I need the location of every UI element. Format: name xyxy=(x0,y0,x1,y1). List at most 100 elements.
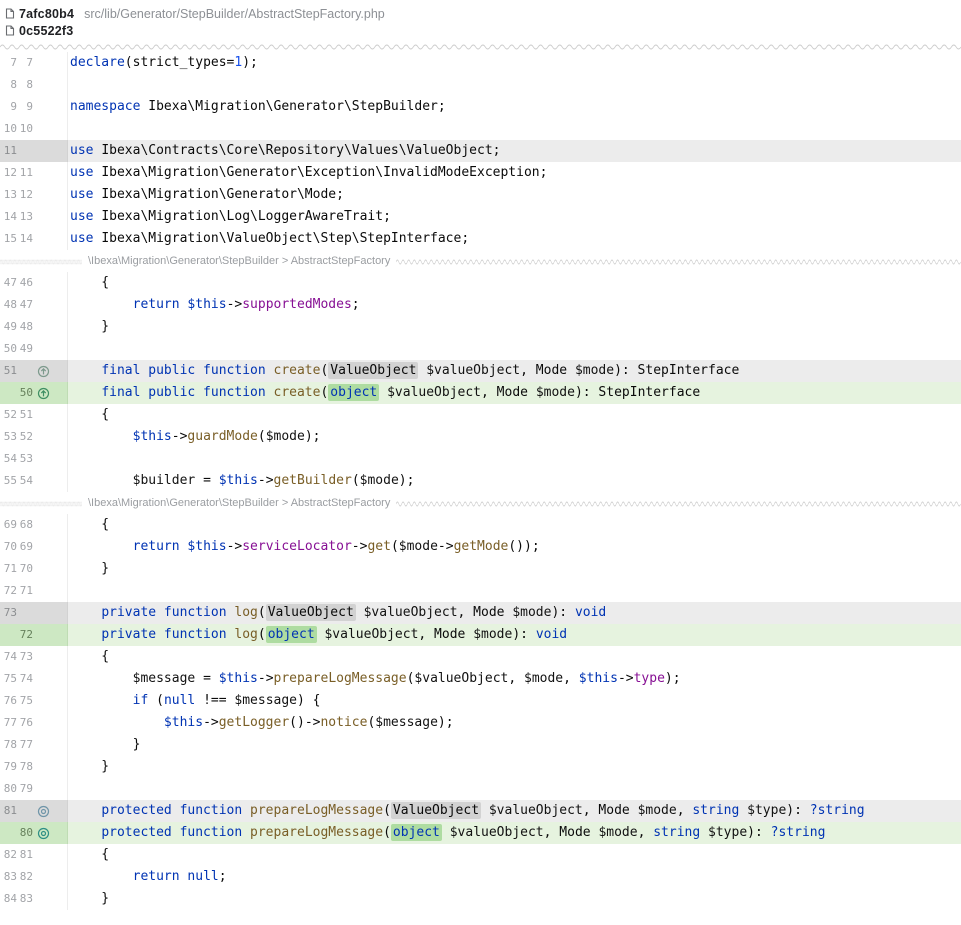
code-token: Ibexa\Migration\Generator\Exception\Inva… xyxy=(101,165,547,180)
code-line: return null; xyxy=(68,866,961,888)
code-token: , Mode xyxy=(520,363,575,378)
old-line-number: 79 xyxy=(0,756,17,778)
code-token: $valueObject xyxy=(450,825,544,840)
code-token xyxy=(70,715,164,730)
old-line-number: 11 xyxy=(0,140,17,162)
gutter-icon-slot xyxy=(33,316,67,338)
code-token: use xyxy=(70,143,101,158)
collapsed-region-separator[interactable]: \Ibexa\Migration\Generator\StepBuilder >… xyxy=(0,250,961,272)
code-token xyxy=(70,429,133,444)
new-line-number: 11 xyxy=(17,162,33,184)
code-token: ; xyxy=(352,297,360,312)
new-line-number: 53 xyxy=(17,448,33,470)
code-token: object xyxy=(391,824,442,841)
new-line-number xyxy=(17,800,33,822)
new-line-number: 69 xyxy=(17,536,33,558)
gutter: 5554 xyxy=(0,470,68,492)
implementing-method-icon[interactable] xyxy=(37,387,50,400)
gutter-icon-slot xyxy=(33,668,67,690)
gutter: 81 xyxy=(0,800,68,822)
gutter: 7877 xyxy=(0,734,68,756)
collapsed-region-label[interactable]: \Ibexa\Migration\Generator\StepBuilder >… xyxy=(82,255,396,267)
code-token: -> xyxy=(227,539,243,554)
code-token: !== xyxy=(195,693,234,708)
code-token xyxy=(70,363,101,378)
overridden-method-icon[interactable] xyxy=(37,827,50,840)
code-token: $this xyxy=(219,473,258,488)
new-line-number: 8 xyxy=(17,74,33,96)
code-token: $mode xyxy=(266,429,305,444)
wave-line xyxy=(396,499,961,508)
code-token xyxy=(70,539,133,554)
code-token: ( xyxy=(352,473,360,488)
code-line: return $this->serviceLocator->get($mode-… xyxy=(68,536,961,558)
code-token: Ibexa\Migration\Generator\Mode; xyxy=(101,187,344,202)
code-token: getMode xyxy=(454,539,509,554)
code-token: namespace xyxy=(70,99,148,114)
commit-row-old: 7afc80b4 src/lib/Generator/StepBuilder/A… xyxy=(0,5,961,22)
gutter: 7574 xyxy=(0,668,68,690)
gutter: 8382 xyxy=(0,866,68,888)
code-token: -> xyxy=(352,539,368,554)
gutter: 5049 xyxy=(0,338,68,360)
diff-line: 7271 xyxy=(0,580,961,602)
code-line: protected function prepareLogMessage(Val… xyxy=(68,800,961,822)
code-token: ); xyxy=(242,55,258,70)
code-token xyxy=(70,671,133,686)
old-line-number: 81 xyxy=(0,800,17,822)
commit-hash-new[interactable]: 0c5522f3 xyxy=(19,24,73,38)
diff-line: 5352 $this->guardMode($mode); xyxy=(0,426,961,448)
commit-hash-old[interactable]: 7afc80b4 xyxy=(19,7,74,21)
code-token: $this xyxy=(187,297,226,312)
wave-line xyxy=(0,499,82,508)
new-line-number: 75 xyxy=(17,690,33,712)
code-token: null xyxy=(164,693,195,708)
code-token: final public function xyxy=(101,363,273,378)
code-token: Ibexa\Migration\Log\LoggerAwareTrait; xyxy=(101,209,391,224)
gutter-icon-slot xyxy=(33,294,67,316)
gutter: 72 xyxy=(0,624,68,646)
diff-line: 5554 $builder = $this->getBuilder($mode)… xyxy=(0,470,961,492)
gutter: 7675 xyxy=(0,690,68,712)
gutter-icon-slot xyxy=(33,580,67,602)
code-line: } xyxy=(68,316,961,338)
diff-line: 99namespace Ibexa\Migration\Generator\St… xyxy=(0,96,961,118)
old-line-number: 72 xyxy=(0,580,17,602)
old-line-number: 48 xyxy=(0,294,17,316)
new-line-number: 10 xyxy=(17,118,33,140)
code-token: -> xyxy=(203,715,219,730)
code-token xyxy=(70,869,133,884)
gutter-icon-slot xyxy=(33,448,67,470)
collapsed-region-separator[interactable]: \Ibexa\Migration\Generator\StepBuilder >… xyxy=(0,492,961,514)
old-line-number xyxy=(0,822,17,844)
code-token: -> xyxy=(227,297,243,312)
code-token: } xyxy=(70,891,109,906)
gutter: 7776 xyxy=(0,712,68,734)
code-token: string xyxy=(653,825,708,840)
new-line-number: 7 xyxy=(17,52,33,74)
code-line: use Ibexa\Migration\ValueObject\Step\Ste… xyxy=(68,228,961,250)
code-token: , Mode xyxy=(458,605,513,620)
collapsed-region-label[interactable]: \Ibexa\Migration\Generator\StepBuilder >… xyxy=(82,497,396,509)
code-token: } xyxy=(70,737,140,752)
gutter: 8079 xyxy=(0,778,68,800)
diff-line: 7776 $this->getLogger()->notice($message… xyxy=(0,712,961,734)
new-line-number: 14 xyxy=(17,228,33,250)
code-token: ): StepInterface xyxy=(614,363,739,378)
gutter: 8281 xyxy=(0,844,68,866)
implementing-method-icon[interactable] xyxy=(37,365,50,378)
code-token: ); xyxy=(305,429,321,444)
code-line xyxy=(68,338,961,360)
code-token: ): xyxy=(747,825,770,840)
overridden-method-icon[interactable] xyxy=(37,805,50,818)
code-token: $this xyxy=(219,671,258,686)
new-line-number: 54 xyxy=(17,470,33,492)
file-path[interactable]: src/lib/Generator/StepBuilder/AbstractSt… xyxy=(84,7,385,21)
diff-line: 7978 } xyxy=(0,756,961,778)
old-line-number: 15 xyxy=(0,228,17,250)
gutter-icon-slot xyxy=(33,184,67,206)
new-line-number: 9 xyxy=(17,96,33,118)
gutter-icon-slot xyxy=(33,52,67,74)
gutter: 7069 xyxy=(0,536,68,558)
code-token: $mode xyxy=(524,671,563,686)
